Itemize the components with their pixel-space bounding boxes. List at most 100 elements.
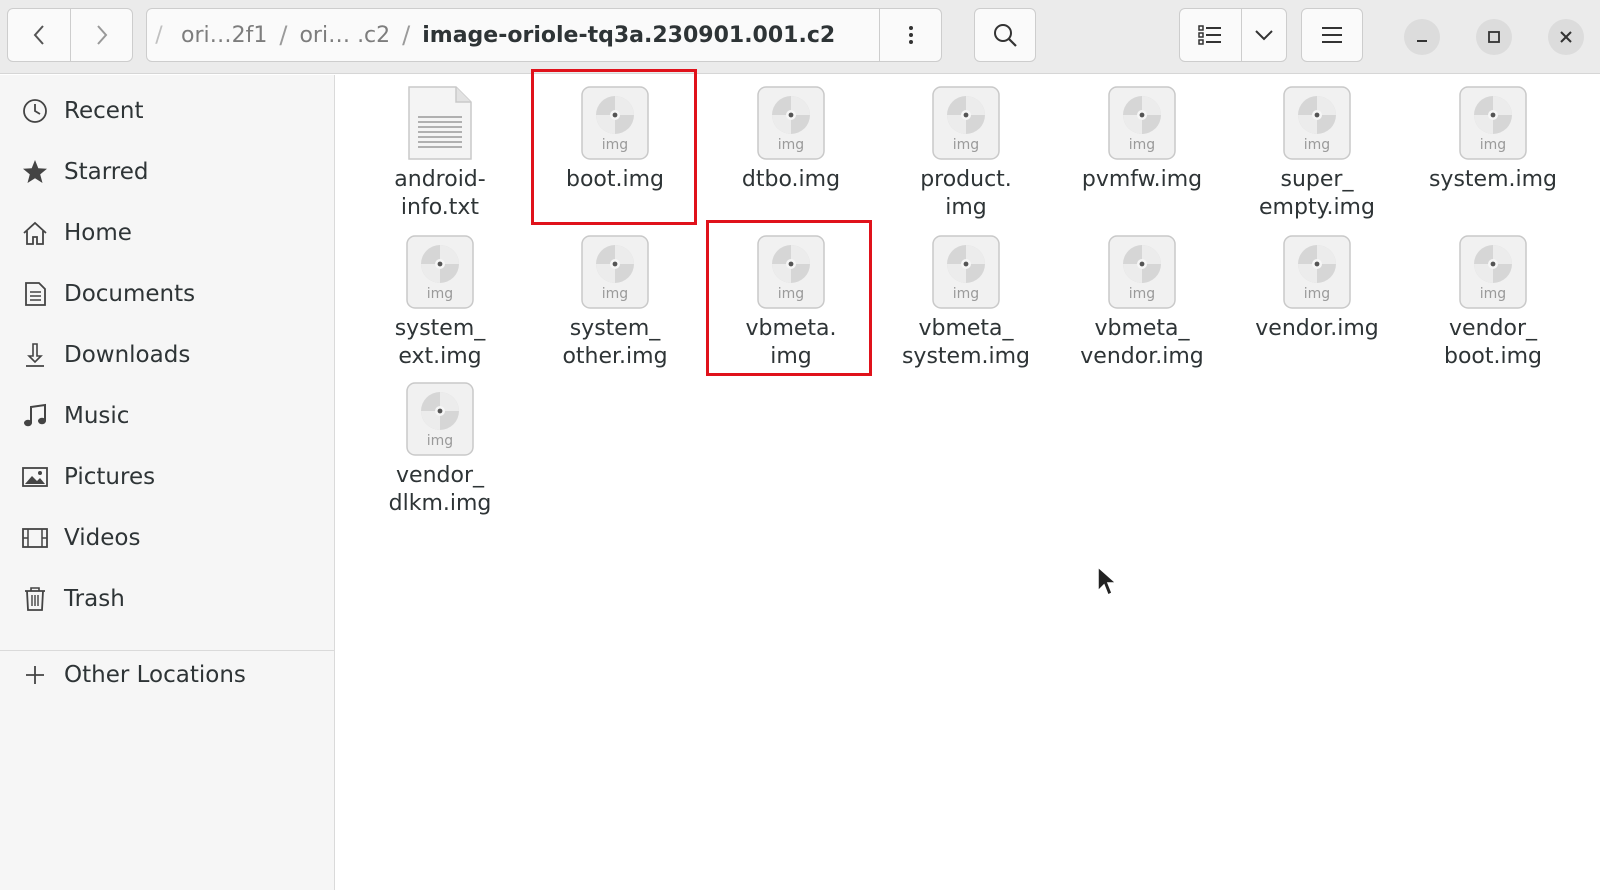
folder-menu-button[interactable] [879,9,941,61]
download-icon [20,340,50,370]
view-options-button[interactable] [1240,9,1286,61]
disk-image-icon: img [1108,235,1176,309]
sidebar-item-pictures[interactable]: Pictures [0,453,334,501]
mouse-pointer-icon [1097,565,1118,597]
file-item[interactable]: img vendor_ boot.img [1407,224,1579,371]
sidebar-item-starred[interactable]: Starred [0,148,334,196]
sidebar-item-label: Other Locations [64,662,246,688]
view-buttons [1179,8,1287,62]
highlight-box-vbmeta-img [706,220,872,376]
close-button[interactable] [1548,19,1584,55]
breadcrumb-separator: / [402,21,411,49]
file-name: vendor_ boot.img [1443,316,1542,369]
sidebar-item-label: Recent [64,98,144,124]
file-type-label: img [427,433,453,449]
breadcrumb-item[interactable]: ori… .c2 [289,9,400,61]
trash-icon [20,584,50,614]
main-menu-button[interactable] [1301,8,1363,62]
file-type-label: img [1304,286,1330,302]
file-item[interactable]: img vbmeta_ vendor.img [1056,224,1228,371]
path-overflow-indicator: / [155,22,163,48]
breadcrumb-separator: / [279,21,288,49]
file-type-label: img [1129,137,1155,153]
navigation-buttons [7,8,133,62]
header-bar: / ori…2f1 / ori… .c2 / image-oriole-tq3a… [0,0,1600,74]
sidebar-item-label: Trash [64,586,125,612]
sidebar-item-trash[interactable]: Trash [0,575,334,623]
sidebar-item-home[interactable]: Home [0,209,334,257]
file-item[interactable]: img vendor.img [1231,224,1403,343]
file-type-label: img [953,286,979,302]
file-item[interactable]: img system.img [1407,75,1579,194]
file-type-label: img [953,137,979,153]
sidebar-item-downloads[interactable]: Downloads [0,331,334,379]
disk-image-icon: img [1108,86,1176,160]
file-item[interactable]: img system_ other.img [529,224,701,371]
chevron-down-icon [1255,30,1273,41]
file-item[interactable]: img super_ empty.img [1231,75,1403,222]
disk-image-icon: img [1283,235,1351,309]
close-icon [1560,31,1572,43]
file-item[interactable]: img vbmeta_ system.img [880,224,1052,371]
path-bar: / ori…2f1 / ori… .c2 / image-oriole-tq3a… [146,8,942,62]
disk-image-icon: img [1283,86,1351,160]
file-name: pvmfw.img [1081,167,1203,192]
file-name: android- info.txt [394,167,486,220]
file-item[interactable]: img system_ ext.img [354,224,526,371]
breadcrumb-item[interactable]: ori…2f1 [171,9,277,61]
maximize-button[interactable] [1476,19,1512,55]
sidebar-item-videos[interactable]: Videos [0,514,334,562]
sidebar-item-other-locations[interactable]: Other Locations [0,651,334,699]
forward-button[interactable] [70,9,132,61]
picture-icon [20,462,50,492]
file-name: vbmeta_ vendor.img [1080,316,1204,369]
file-type-label: img [1480,286,1506,302]
vertical-dots-icon [908,26,913,44]
file-name: system_ ext.img [394,316,486,369]
film-icon [20,523,50,553]
disk-image-icon: img [932,235,1000,309]
file-name: vbmeta_ system.img [901,316,1031,369]
maximize-icon [1488,31,1500,43]
file-type-label: img [1129,286,1155,302]
file-name: vendor_ dlkm.img [388,463,492,516]
disk-image-icon: img [932,86,1000,160]
plus-icon [20,660,50,690]
file-name: product. img [920,167,1012,220]
file-grid: android- info.txt img boot.img img dtbo.img i… [336,69,1600,890]
list-view-icon [1198,25,1222,45]
minimize-icon [1417,40,1427,42]
disk-image-icon: img [406,235,474,309]
sidebar-item-label: Home [64,220,132,246]
sidebar-item-documents[interactable]: Documents [0,270,334,318]
file-type-label: img [778,137,804,153]
sidebar-item-label: Pictures [64,464,156,490]
minimize-button[interactable] [1404,19,1440,55]
sidebar-item-recent[interactable]: Recent [0,87,334,135]
disk-image-icon: img [1459,86,1527,160]
clock-icon [20,96,50,126]
search-button[interactable] [974,8,1036,62]
file-item[interactable]: img vendor_ dlkm.img [354,371,526,518]
star-icon [20,157,50,187]
sidebar-item-music[interactable]: Music [0,392,334,440]
back-button[interactable] [8,9,70,61]
breadcrumb-current[interactable]: image-oriole-tq3a.230901.001.c2 [412,9,845,61]
file-name: dtbo.img [741,167,841,192]
search-icon [994,24,1017,47]
list-view-button[interactable] [1180,9,1241,61]
file-item[interactable]: img pvmfw.img [1056,75,1228,194]
sidebar: Recent Starred Home Documents Downloads … [0,75,335,890]
disk-image-icon: img [1459,235,1527,309]
file-item[interactable]: android- info.txt [354,75,526,222]
sidebar-item-label: Documents [64,281,196,307]
disk-image-icon: img [757,86,825,160]
disk-image-icon: img [581,235,649,309]
disk-image-icon: img [406,382,474,456]
file-item[interactable]: img dtbo.img [705,75,877,194]
file-name: super_ empty.img [1259,167,1375,220]
file-name: system_ other.img [562,316,668,369]
sidebar-item-label: Videos [64,525,141,551]
file-item[interactable]: img product. img [880,75,1052,222]
sidebar-item-label: Downloads [64,342,191,368]
